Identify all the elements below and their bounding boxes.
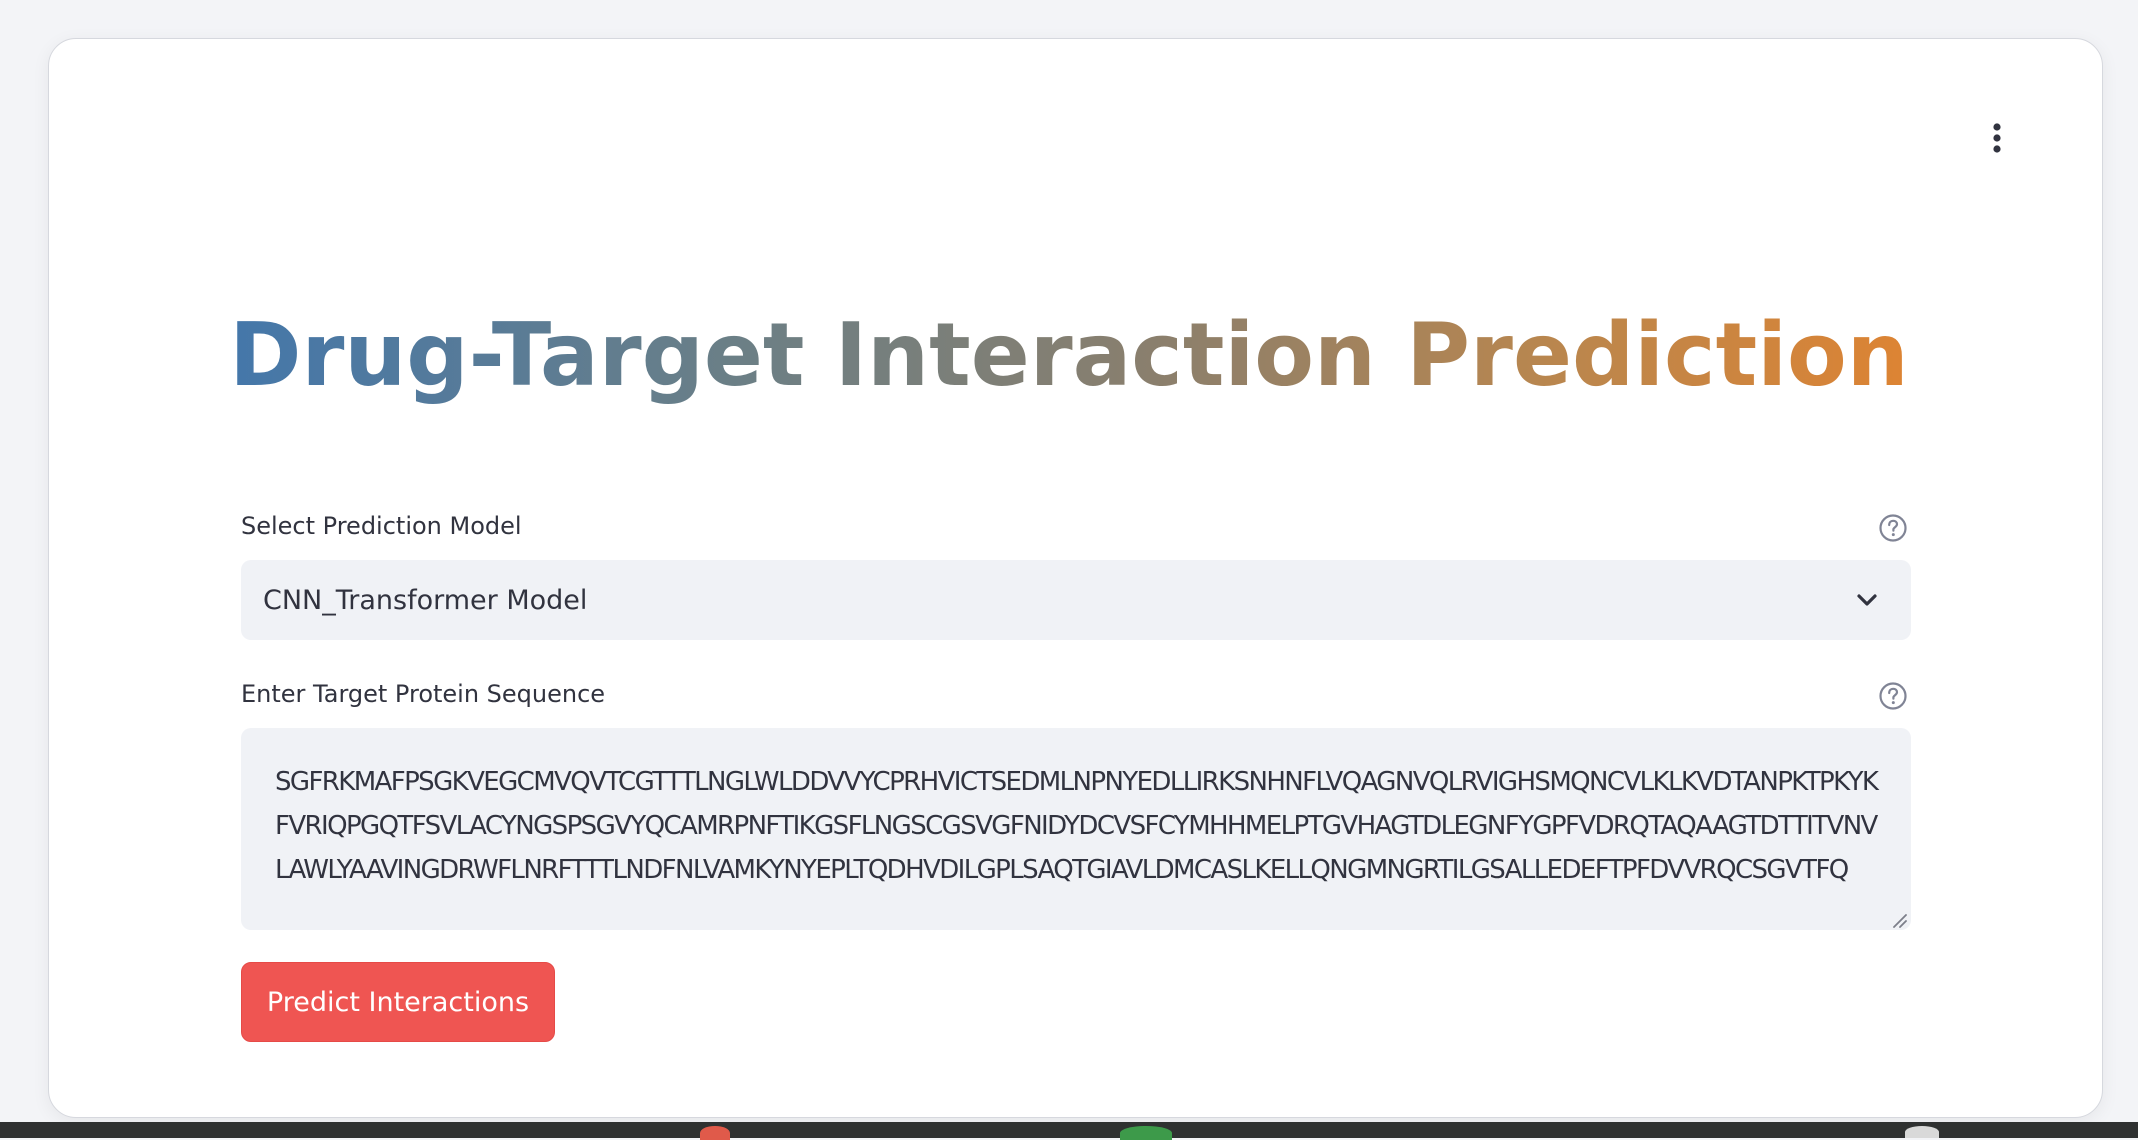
protein-sequence-input[interactable]: SGFRKMAFPSGKVEGCMVQVTCGTTTLNGLWLDDVVYCPR… (241, 728, 1911, 930)
main-menu-button[interactable] (1972, 113, 2022, 163)
model-help-button[interactable] (1877, 512, 1909, 544)
question-circle-icon (1879, 682, 1907, 710)
protein-sequence-label: Enter Target Protein Sequence (241, 680, 606, 708)
taskbar (0, 1122, 2138, 1140)
page-title-text: Drug-Target Interaction Prediction (229, 304, 1909, 406)
question-circle-icon (1879, 514, 1907, 542)
model-select-value: CNN_Transformer Model (263, 584, 588, 616)
model-select-label: Select Prediction Model (241, 512, 522, 540)
protein-sequence-text: SGFRKMAFPSGKVEGCMVQVTCGTTTLNGLWLDDVVYCPR… (275, 767, 1879, 885)
predict-interactions-button[interactable]: Predict Interactions (241, 962, 555, 1042)
resize-handle-icon[interactable] (1891, 912, 1907, 928)
chevron-down-icon (1857, 594, 1877, 606)
page-title: Drug-Target Interaction Prediction (0, 290, 2138, 420)
protein-help-button[interactable] (1877, 680, 1909, 712)
model-select[interactable]: CNN_Transformer Model (241, 560, 1911, 640)
kebab-menu-icon (1993, 123, 2001, 153)
taskbar-app-icon[interactable] (1905, 1126, 1939, 1138)
